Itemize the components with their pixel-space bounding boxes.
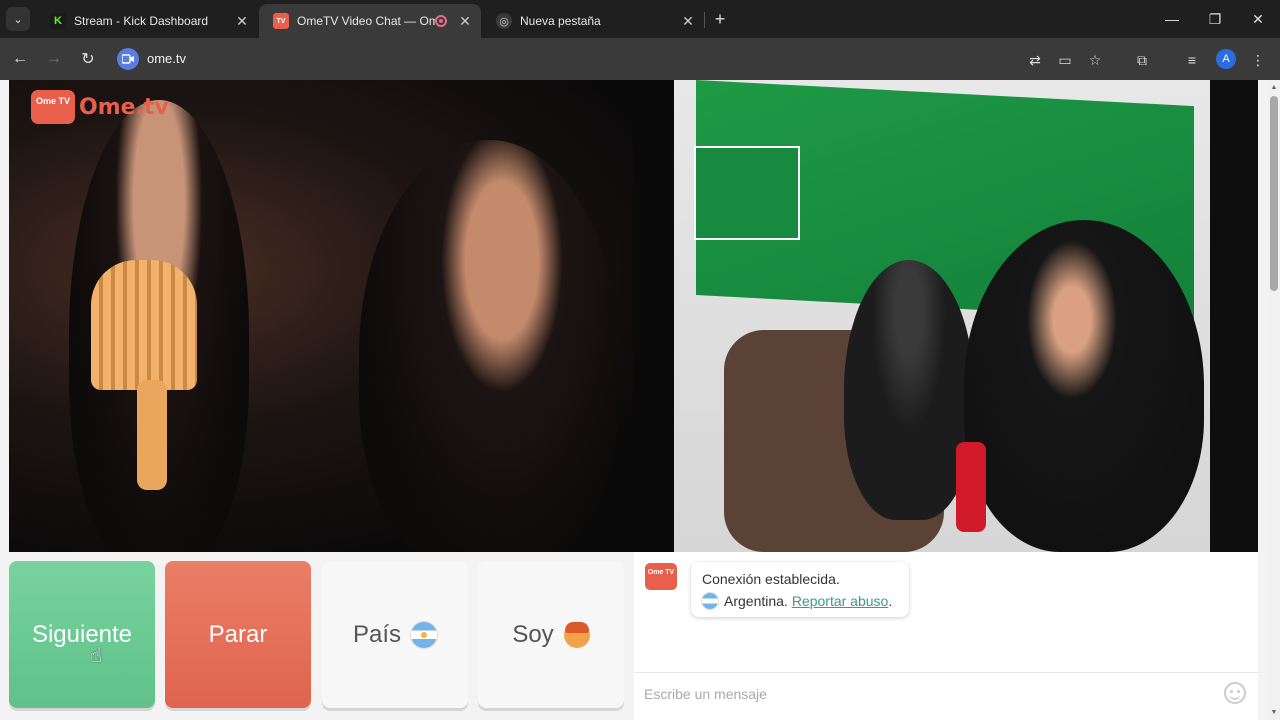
- close-window-button[interactable]: ✕: [1236, 0, 1280, 38]
- translate-icon[interactable]: ⇄: [1025, 50, 1045, 70]
- chrome-icon: ◎: [496, 13, 512, 29]
- video-edge-right: [1210, 80, 1258, 552]
- kick-icon: K: [50, 13, 66, 29]
- ometv-logo: Ome TV Ome.tv: [31, 90, 169, 124]
- local-video: [674, 80, 1258, 552]
- tab-new-tab[interactable]: ◎ Nueva pestaña ✕: [482, 4, 704, 38]
- bookmark-star-icon[interactable]: ☆: [1085, 50, 1105, 70]
- close-tab-icon[interactable]: ✕: [455, 13, 475, 30]
- message-box: [634, 672, 1258, 714]
- tab-search-button[interactable]: ⌄: [6, 7, 30, 31]
- next-label: Siguiente: [31, 620, 133, 648]
- restore-button[interactable]: ❐: [1193, 0, 1237, 38]
- streamer: [964, 220, 1204, 552]
- argentina-flag-icon: [411, 621, 438, 648]
- minimize-button[interactable]: —: [1150, 0, 1194, 38]
- tab-ometv[interactable]: TV OmeTV Video Chat — Ome ✕: [259, 4, 481, 38]
- country-label: País: [352, 620, 402, 648]
- new-tab-button[interactable]: +: [709, 8, 731, 30]
- gender-label: Soy: [512, 620, 554, 648]
- country-button[interactable]: País: [322, 561, 468, 708]
- tab-kick-dashboard[interactable]: K Stream - Kick Dashboard ✕: [36, 4, 258, 38]
- next-button[interactable]: Siguiente: [9, 561, 155, 708]
- tab-title: Nueva pestaña: [520, 14, 601, 28]
- report-abuse-link[interactable]: Reportar abuso: [792, 593, 889, 609]
- system-message: Conexión establecida. Argentina. Reporta…: [691, 562, 909, 617]
- tab-title: Stream - Kick Dashboard: [74, 14, 209, 28]
- forward-icon[interactable]: →: [42, 47, 66, 71]
- logo-badge-icon: Ome TV: [31, 90, 75, 124]
- microphone: [956, 442, 986, 532]
- hand-cursor-icon: ☝: [90, 645, 103, 667]
- logo-text: Ome.tv: [79, 94, 169, 120]
- ometv-page: Ome TV Ome.tv Siguiente Parar País Soy ☝…: [0, 80, 1268, 720]
- site-camera-icon[interactable]: [117, 48, 139, 70]
- cast-icon[interactable]: ▭: [1055, 50, 1075, 70]
- profile-avatar[interactable]: A: [1216, 49, 1236, 69]
- scrollbar-thumb[interactable]: [1270, 96, 1278, 291]
- extensions-icon[interactable]: ⧉: [1132, 50, 1152, 70]
- tab-title: OmeTV Video Chat — Ome: [297, 14, 435, 28]
- stop-label: Parar: [208, 620, 268, 648]
- back-icon[interactable]: ←: [8, 47, 32, 71]
- tab-divider: [704, 12, 705, 28]
- gender-button[interactable]: Soy: [478, 561, 624, 708]
- remote-person-2: [359, 140, 619, 552]
- connection-status: Conexión establecida.: [702, 571, 840, 587]
- self-view-frame: [694, 146, 800, 240]
- background-person: [844, 260, 974, 520]
- emoji-icon[interactable]: [1224, 682, 1246, 704]
- media-controls-icon[interactable]: ≡: [1182, 50, 1202, 70]
- reload-icon[interactable]: ↻: [76, 47, 100, 71]
- chat-panel: Ome TV Conexión establecida. Argentina. …: [634, 552, 1258, 720]
- menu-dots-icon[interactable]: ⋮: [1248, 50, 1268, 70]
- stop-button[interactable]: Parar: [165, 561, 311, 708]
- video-edge: [633, 80, 674, 552]
- recording-icon: [435, 15, 447, 27]
- argentina-flag-icon: [702, 593, 718, 609]
- ometv-favicon-icon: TV: [273, 13, 289, 29]
- chat-ometv-icon: Ome TV: [645, 563, 677, 590]
- remote-video: Ome TV Ome.tv: [9, 80, 674, 552]
- hair-brush: [91, 260, 197, 390]
- close-tab-icon[interactable]: ✕: [232, 13, 252, 30]
- message-input[interactable]: [644, 683, 1214, 705]
- boy-emoji-icon: [563, 621, 590, 648]
- report-suffix: .: [888, 593, 893, 609]
- close-tab-icon[interactable]: ✕: [678, 13, 698, 30]
- scroll-down-icon[interactable]: ▼: [1270, 709, 1278, 717]
- brush-handle: [137, 380, 167, 490]
- partner-country: Argentina.: [724, 593, 788, 609]
- tab-strip: ⌄ K Stream - Kick Dashboard ✕ TV OmeTV V…: [0, 0, 1280, 38]
- address-bar[interactable]: ome.tv: [147, 51, 186, 66]
- scroll-up-icon[interactable]: ▲: [1270, 84, 1278, 92]
